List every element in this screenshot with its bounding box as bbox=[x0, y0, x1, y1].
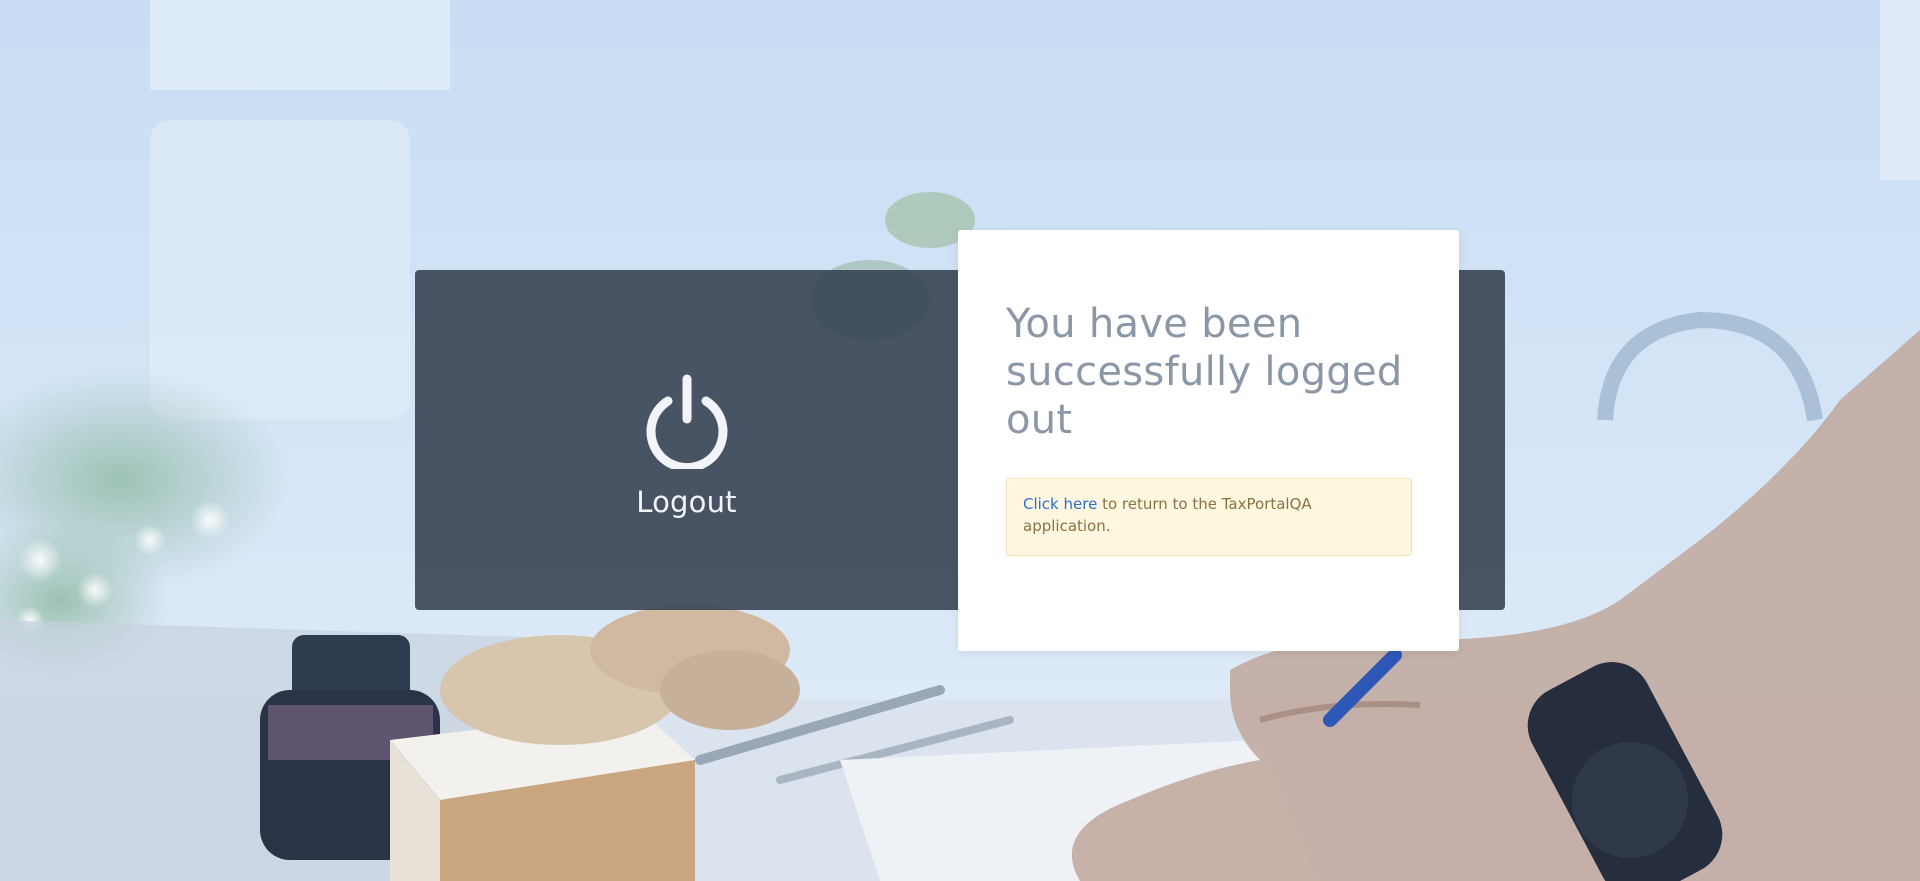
logout-block: Logout bbox=[415, 270, 958, 610]
logout-message-title: You have been successfully logged out bbox=[1006, 301, 1403, 443]
logout-card: You have been successfully logged out Cl… bbox=[958, 230, 1459, 651]
power-icon bbox=[646, 374, 727, 469]
return-notice: Click here to return to the TaxPortalQA … bbox=[1006, 478, 1412, 556]
click-here-link[interactable]: Click here bbox=[1023, 495, 1097, 513]
logout-label: Logout bbox=[636, 485, 737, 519]
